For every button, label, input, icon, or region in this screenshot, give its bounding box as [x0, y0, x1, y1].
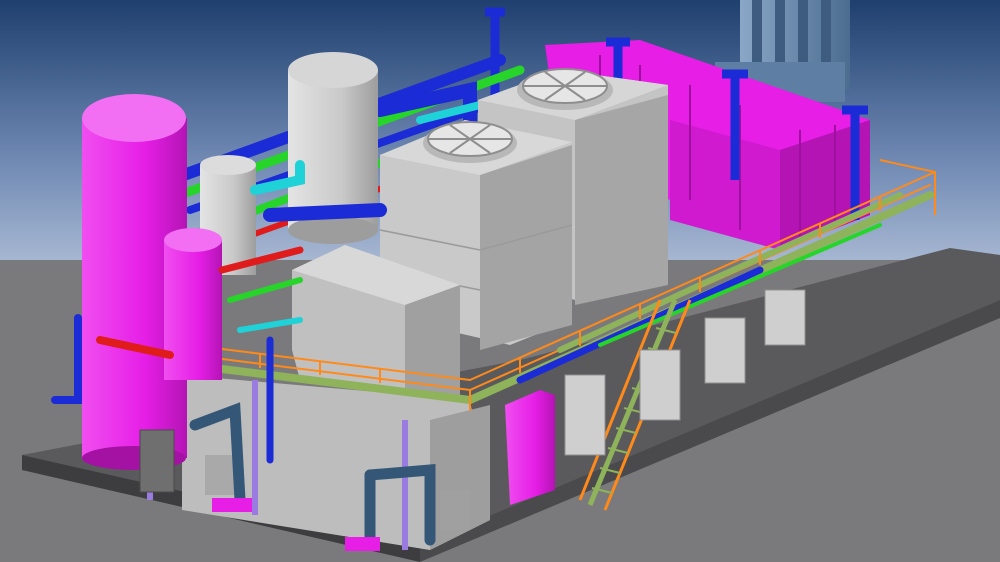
fan-icon	[423, 121, 517, 163]
access-door	[139, 429, 175, 493]
plant-render	[0, 0, 1000, 562]
fan-icon	[517, 68, 613, 110]
electrical-panel	[505, 390, 555, 505]
